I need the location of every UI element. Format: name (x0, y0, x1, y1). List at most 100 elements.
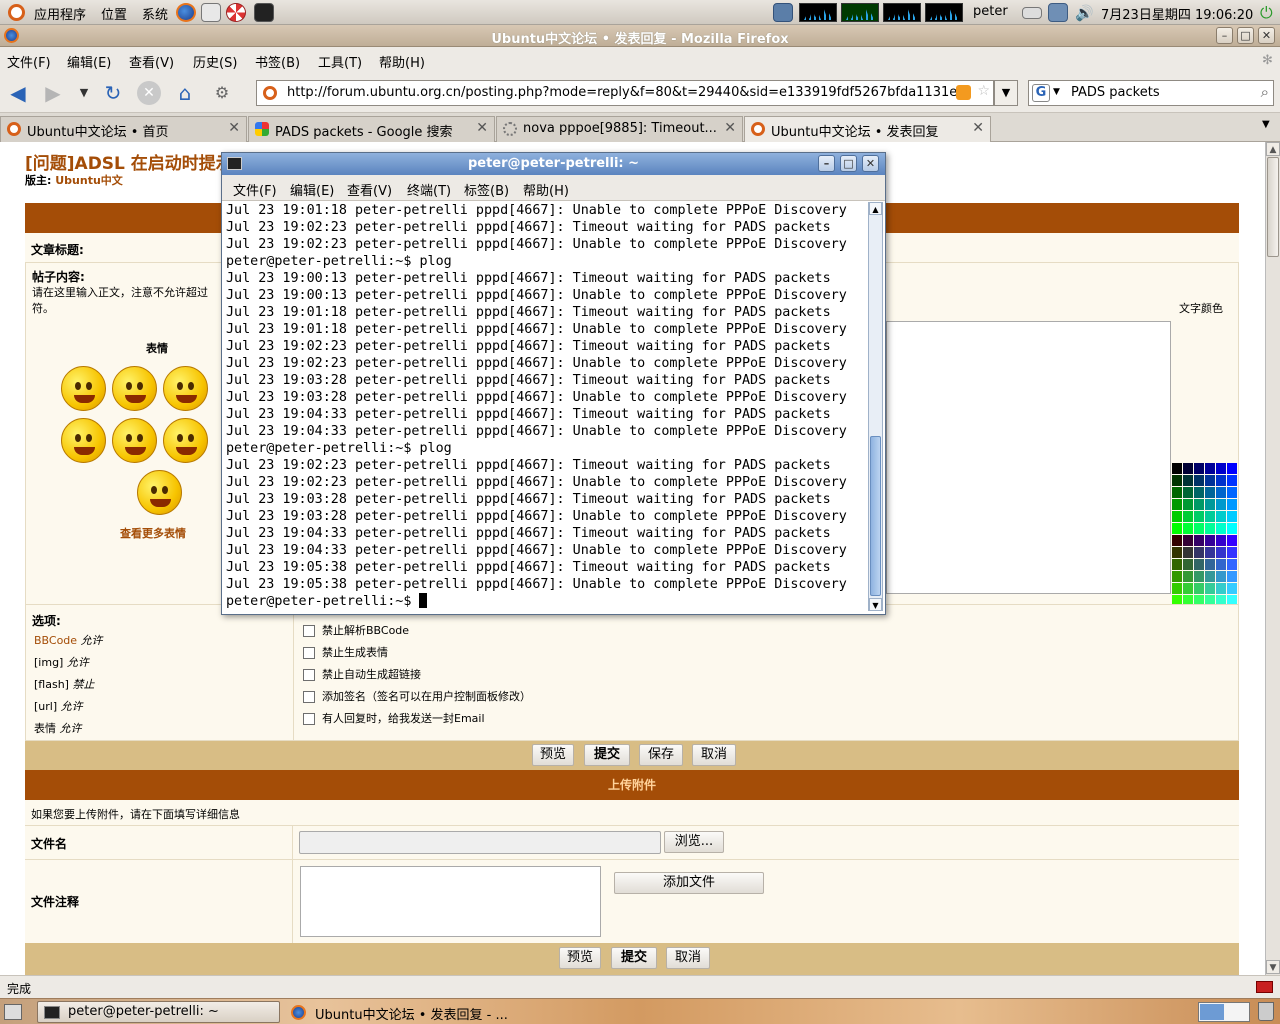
color-swatch[interactable] (1172, 571, 1182, 582)
color-swatch[interactable] (1183, 535, 1193, 546)
tab-nova-pppoe[interactable]: nova pppoe[9885]: Timeout... ✕ (496, 116, 743, 142)
bookmark-star-icon[interactable]: ☆ (977, 83, 990, 99)
disable-bbcode-checkbox[interactable] (303, 625, 315, 637)
menu-view[interactable]: 查看(V) (129, 52, 174, 71)
username[interactable]: peter (973, 4, 1008, 19)
terminal-menu-help[interactable]: 帮助(H) (523, 180, 569, 199)
menu-bookmarks[interactable]: 书签(B) (255, 52, 300, 71)
filename-input[interactable] (299, 831, 661, 854)
page-scrollbar[interactable] (1265, 142, 1280, 975)
smiley-sweat-icon[interactable] (112, 418, 157, 463)
color-swatch[interactable] (1205, 463, 1215, 474)
color-swatch[interactable] (1194, 523, 1204, 534)
browse-button[interactable]: 浏览... (664, 831, 724, 853)
engine-dropdown-icon[interactable]: ▼ (1053, 87, 1060, 97)
url-dropdown-button[interactable]: ▼ (994, 80, 1018, 106)
terminal-scroll-thumb[interactable] (870, 436, 881, 596)
smiley-wink-icon[interactable] (163, 366, 208, 411)
color-swatch[interactable] (1227, 559, 1237, 570)
color-swatch[interactable] (1183, 475, 1193, 486)
color-swatch[interactable] (1183, 571, 1193, 582)
color-swatch[interactable] (1205, 487, 1215, 498)
rss-icon[interactable] (956, 85, 971, 100)
color-swatch[interactable] (1172, 487, 1182, 498)
color-swatch[interactable] (1227, 523, 1237, 534)
color-swatch[interactable] (1216, 511, 1226, 522)
color-swatch[interactable] (1194, 583, 1204, 594)
reload-icon[interactable]: ↻ (101, 81, 125, 105)
terminal-menu-file[interactable]: 文件(F) (233, 180, 277, 199)
color-swatch[interactable] (1183, 523, 1193, 534)
workspace-1[interactable] (1200, 1004, 1224, 1020)
color-swatch[interactable] (1172, 535, 1182, 546)
menu-help[interactable]: 帮助(H) (379, 52, 425, 71)
terminal-titlebar[interactable]: peter@peter-petrelli: ~ – □ ✕ (222, 153, 885, 175)
color-swatch[interactable] (1205, 547, 1215, 558)
color-swatch[interactable] (1183, 499, 1193, 510)
color-swatch[interactable] (1183, 559, 1193, 570)
color-swatch[interactable] (1205, 535, 1215, 546)
color-swatch[interactable] (1205, 583, 1215, 594)
workspace-switcher[interactable] (1198, 1002, 1250, 1022)
menu-history[interactable]: 历史(S) (193, 52, 237, 71)
show-desktop-icon[interactable] (4, 1004, 22, 1020)
terminal-window[interactable]: peter@peter-petrelli: ~ – □ ✕ 文件(F) 编辑(E… (221, 152, 886, 615)
color-swatch[interactable] (1216, 559, 1226, 570)
terminal-close-button[interactable]: ✕ (862, 155, 879, 172)
color-swatch[interactable] (1194, 499, 1204, 510)
tab-forum-home[interactable]: Ubuntu中文论坛 • 首页 ✕ (0, 116, 247, 142)
color-swatch[interactable] (1172, 547, 1182, 558)
color-swatch[interactable] (1216, 499, 1226, 510)
submit-button[interactable]: 提交 (584, 744, 630, 766)
preview-button[interactable]: 预览 (532, 744, 574, 766)
color-swatch[interactable] (1194, 547, 1204, 558)
smiley-grin-icon[interactable] (163, 418, 208, 463)
color-swatch[interactable] (1216, 571, 1226, 582)
preview-button-2[interactable]: 预览 (559, 947, 601, 969)
close-tab-icon[interactable]: ✕ (476, 120, 488, 136)
save-button[interactable]: 保存 (639, 744, 683, 766)
terminal-maximize-button[interactable]: □ (840, 155, 857, 172)
taskbar-firefox[interactable]: Ubuntu中文论坛 • 发表回复 - ... (284, 1001, 527, 1023)
color-swatch[interactable] (1183, 463, 1193, 474)
color-swatch[interactable] (1216, 475, 1226, 486)
keyboard-icon[interactable] (1022, 7, 1042, 19)
help-launcher-icon[interactable] (226, 3, 246, 22)
color-swatch[interactable] (1216, 463, 1226, 474)
file-comment-textarea[interactable] (300, 866, 601, 937)
color-swatch[interactable] (1172, 523, 1182, 534)
more-smilies-link[interactable]: 查看更多表情 (120, 525, 186, 541)
color-swatch[interactable] (1194, 535, 1204, 546)
color-swatch[interactable] (1216, 487, 1226, 498)
color-swatch[interactable] (1172, 559, 1182, 570)
taskbar-terminal[interactable]: peter@peter-petrelli: ~ (37, 1001, 280, 1023)
attach-signature-checkbox[interactable] (303, 691, 315, 703)
page-scroll-thumb[interactable] (1267, 157, 1279, 257)
trash-icon[interactable] (1258, 1002, 1274, 1021)
color-swatch[interactable] (1227, 571, 1237, 582)
color-swatch[interactable] (1227, 583, 1237, 594)
addon-icon[interactable]: ⚙ (210, 81, 234, 105)
volume-icon[interactable]: 🔊 (1075, 4, 1094, 22)
cancel-button-2[interactable]: 取消 (666, 947, 710, 969)
search-input[interactable]: G ▼ PADS packets ⌕ (1028, 80, 1274, 106)
menu-tools[interactable]: 工具(T) (318, 52, 362, 71)
smiley-happy-icon[interactable] (61, 366, 106, 411)
terminal-menu-view[interactable]: 查看(V) (347, 180, 392, 199)
color-swatch[interactable] (1172, 511, 1182, 522)
smiley-tongue-icon[interactable] (112, 366, 157, 411)
logout-icon[interactable]: ⏻ (1260, 3, 1273, 23)
color-swatch[interactable] (1172, 499, 1182, 510)
forward-arrow-icon[interactable]: ▶ (41, 81, 65, 105)
terminal-launcher-icon[interactable] (254, 3, 274, 22)
menu-system[interactable]: 系统 (142, 4, 168, 23)
scroll-down-arrow-icon[interactable]: ▼ (1266, 960, 1280, 974)
disable-smilies-checkbox[interactable] (303, 647, 315, 659)
terminal-minimize-button[interactable]: – (818, 155, 835, 172)
search-icon[interactable]: ⌕ (1261, 83, 1269, 101)
color-swatch[interactable] (1172, 463, 1182, 474)
color-swatch[interactable] (1183, 511, 1193, 522)
email-launcher-icon[interactable] (201, 3, 221, 22)
network-status-icon[interactable] (1048, 3, 1068, 22)
terminal-menu-tabs[interactable]: 标签(B) (464, 180, 509, 199)
